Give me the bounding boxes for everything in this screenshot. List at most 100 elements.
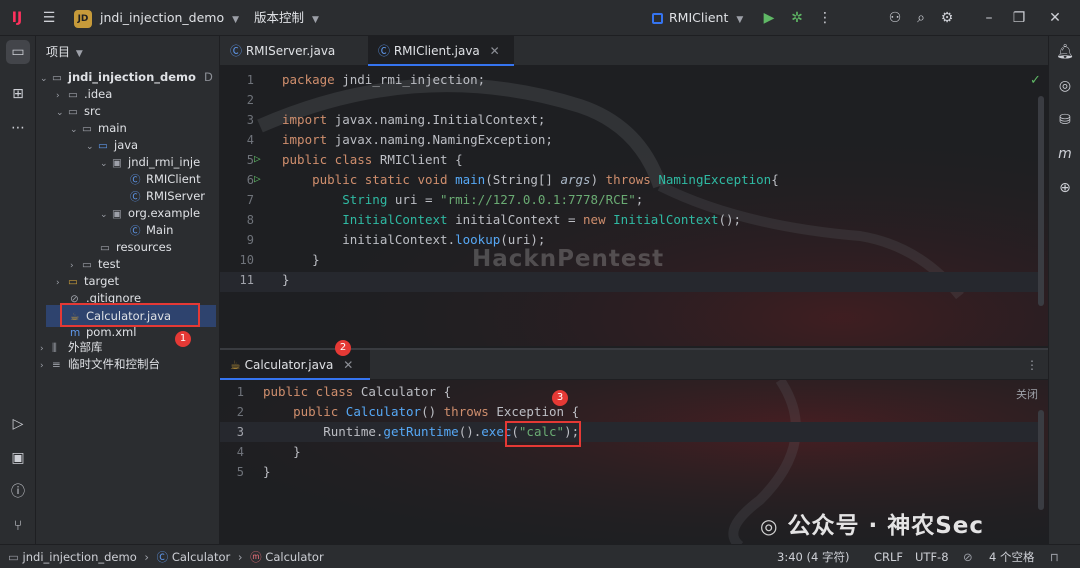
ai-assistant-icon[interactable]: ◎ bbox=[1053, 74, 1077, 98]
tree-item-external-libs[interactable]: › ⫼ 外部库 bbox=[40, 339, 103, 356]
search-icon[interactable]: ⌕ bbox=[910, 7, 932, 29]
method-icon: ⓜ bbox=[250, 550, 262, 564]
code-line-1[interactable]: package jndi_rmi_injection; bbox=[282, 70, 485, 90]
tree-item-scratches[interactable]: › ≡ 临时文件和控制台 bbox=[40, 356, 160, 373]
code-line-7[interactable]: String uri = "rmi://127.0.0.1:7778/RCE"; bbox=[282, 190, 643, 210]
endpoints-icon[interactable]: ⊕ bbox=[1053, 176, 1077, 200]
debug-icon[interactable]: ✲ bbox=[786, 7, 808, 29]
code-line-4[interactable]: } bbox=[263, 442, 301, 462]
folder-icon: ▭ bbox=[68, 276, 78, 288]
intellij-logo-icon[interactable]: IJ bbox=[6, 7, 28, 29]
file-encoding[interactable]: UTF-8 bbox=[915, 545, 949, 568]
scratches-icon: ≡ bbox=[52, 359, 61, 371]
hacknpentest-watermark: HacknPentest bbox=[472, 246, 665, 272]
chevron-down-icon: ⌄ bbox=[40, 74, 48, 84]
tree-item-rmiserver[interactable]: Ⓒ RMIServer bbox=[130, 188, 205, 205]
code-line-5[interactable]: public class RMIClient { bbox=[282, 150, 463, 170]
java-file-icon: ☕ bbox=[230, 358, 241, 372]
terminal-tool-icon[interactable]: ▣ bbox=[6, 446, 30, 470]
inspection-ok-icon[interactable]: ✓ bbox=[1030, 73, 1041, 88]
services-tool-icon[interactable]: ▷ bbox=[6, 412, 30, 436]
indent-setting[interactable]: 4 个空格 bbox=[989, 545, 1034, 568]
project-switcher[interactable]: JD jndi_injection_demo ▼ bbox=[74, 0, 239, 36]
project-tool-icon[interactable]: ▭ bbox=[6, 40, 30, 64]
tree-item-target[interactable]: › ▭ target bbox=[56, 273, 119, 290]
run-class-icon[interactable]: ▷ bbox=[254, 152, 261, 165]
code-line-4[interactable]: import javax.naming.NamingException; bbox=[282, 130, 553, 150]
code-line-5[interactable]: } bbox=[263, 462, 271, 482]
problems-tool-icon[interactable]: ⓘ bbox=[6, 480, 30, 504]
run-icon[interactable]: ▶ bbox=[758, 7, 780, 29]
folder-icon: ▭ bbox=[68, 89, 78, 101]
add-user-icon[interactable]: ⚇ bbox=[884, 7, 906, 29]
tree-item-main[interactable]: ⌄ ▭ main bbox=[70, 120, 127, 137]
editor-tabs-top: Ⓒ RMIServer.java Ⓒ RMIClient.java ✕ bbox=[220, 36, 1048, 66]
read-only-toggle-icon[interactable]: ⊘ bbox=[963, 545, 973, 568]
title-bar: IJ ☰ JD jndi_injection_demo ▼ 版本控制 ▼ RMI… bbox=[0, 0, 1080, 36]
notifications-icon[interactable]: 🔔︎ bbox=[1053, 40, 1077, 64]
breadcrumb-item[interactable]: jndi_injection_demo bbox=[23, 550, 137, 564]
close-window-icon[interactable]: ✕ bbox=[1044, 7, 1066, 29]
left-tool-stripe: ▭ ⊞ ⋯ ▷ ▣ ⓘ ⑂ bbox=[0, 36, 36, 544]
run-main-icon[interactable]: ▷ bbox=[254, 172, 261, 185]
tree-item-java[interactable]: ⌄ ▭ java bbox=[86, 137, 138, 154]
module-icon: ▭ bbox=[8, 550, 19, 564]
close-split-link[interactable]: 关闭 bbox=[1016, 386, 1038, 402]
tree-item-idea[interactable]: › ▭ .idea bbox=[56, 86, 112, 103]
project-panel-header[interactable]: 项目 ▼ bbox=[46, 43, 83, 60]
vertical-scrollbar[interactable] bbox=[1038, 410, 1044, 510]
more-options-icon[interactable]: ⋮ bbox=[1026, 350, 1038, 380]
breadcrumb-item[interactable]: Calculator bbox=[265, 550, 323, 564]
main-menu-icon[interactable]: ☰ bbox=[38, 7, 60, 29]
code-line-2[interactable]: public Calculator() throws Exception { bbox=[263, 402, 579, 422]
line-number: 5 bbox=[246, 153, 254, 167]
maven-icon[interactable]: m bbox=[1053, 142, 1077, 166]
chevron-down-icon: ⌄ bbox=[100, 159, 108, 169]
code-line-1[interactable]: public class Calculator { bbox=[263, 382, 451, 402]
breadcrumb-item[interactable]: Calculator bbox=[172, 550, 230, 564]
run-config-selector[interactable]: RMIClient ▼ bbox=[652, 0, 743, 36]
annotation-badge-3: 3 bbox=[552, 390, 568, 406]
tree-item-test[interactable]: › ▭ test bbox=[70, 256, 120, 273]
tree-item-package-jndi[interactable]: ⌄ ▣ jndi_rmi_inje bbox=[100, 154, 200, 171]
vertical-scrollbar[interactable] bbox=[1038, 96, 1044, 306]
database-icon[interactable]: ⛁ bbox=[1053, 108, 1077, 132]
more-actions-icon[interactable]: ⋮ bbox=[814, 7, 836, 29]
folder-icon: ▭ bbox=[52, 72, 62, 84]
tab-rmiserver[interactable]: Ⓒ RMIServer.java bbox=[220, 36, 366, 66]
lock-icon[interactable]: ⊓ bbox=[1050, 545, 1059, 568]
code-line-6[interactable]: public static void main(String[] args) t… bbox=[282, 170, 779, 190]
caret-position[interactable]: 3:40 (4 字符) bbox=[777, 545, 849, 568]
run-config-label: RMIClient bbox=[669, 10, 729, 25]
settings-icon[interactable]: ⚙ bbox=[936, 7, 958, 29]
code-line-8[interactable]: InitialContext initialContext = new Init… bbox=[282, 210, 741, 230]
tree-item-project-root[interactable]: ⌄ ▭ jndi_injection_demo D bbox=[40, 69, 213, 86]
minimize-icon[interactable]: – bbox=[978, 7, 1000, 29]
project-name: jndi_injection_demo bbox=[99, 10, 225, 25]
breadcrumb: ▭ jndi_injection_demo › Ⓒ Calculator › ⓜ… bbox=[8, 545, 324, 568]
more-tools-icon[interactable]: ⋯ bbox=[6, 116, 30, 140]
line-number-gutter: 1 2 3 4 5 bbox=[220, 382, 262, 544]
wechat-icon: ◎ bbox=[760, 514, 779, 538]
tree-item-rmiclient[interactable]: Ⓒ RMIClient bbox=[130, 171, 201, 188]
restore-icon[interactable]: ❐ bbox=[1008, 7, 1030, 29]
tree-item-org-example[interactable]: ⌄ ▣ org.example bbox=[100, 205, 200, 222]
chevron-right-icon: › bbox=[40, 361, 44, 371]
code-line-11[interactable]: } bbox=[282, 270, 290, 290]
folder-icon: ▭ bbox=[82, 123, 92, 135]
tab-rmiclient[interactable]: Ⓒ RMIClient.java ✕ bbox=[368, 36, 514, 66]
git-tool-icon[interactable]: ⑂ bbox=[6, 514, 30, 538]
tree-item-src[interactable]: ⌄ ▭ src bbox=[56, 103, 101, 120]
vcs-menu[interactable]: 版本控制 ▼ bbox=[254, 0, 319, 36]
tree-item-main-class[interactable]: Ⓒ Main bbox=[130, 222, 173, 239]
tree-item-resources[interactable]: ▭ resources bbox=[100, 239, 172, 256]
line-number: 7 bbox=[246, 193, 254, 207]
code-line-10[interactable]: } bbox=[282, 250, 320, 270]
close-tab-icon[interactable]: ✕ bbox=[490, 44, 500, 58]
close-tab-icon[interactable]: ✕ bbox=[343, 358, 353, 372]
line-separator[interactable]: CRLF bbox=[874, 545, 903, 568]
code-line-3[interactable]: import javax.naming.InitialContext; bbox=[282, 110, 545, 130]
annotation-badge-2: 2 bbox=[335, 340, 351, 356]
annotation-badge-1: 1 bbox=[175, 331, 191, 347]
structure-tool-icon[interactable]: ⊞ bbox=[6, 82, 30, 106]
